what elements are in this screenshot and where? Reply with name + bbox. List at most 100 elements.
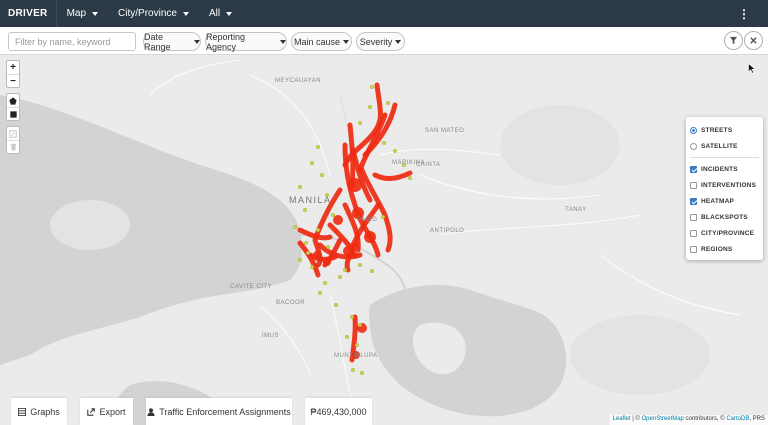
clear-filters-button[interactable] xyxy=(744,31,763,50)
place-label: CAVITE CITY xyxy=(230,284,273,290)
trash-icon xyxy=(10,143,16,151)
incident-marker[interactable] xyxy=(304,240,309,245)
date-range-filter[interactable]: Date Range xyxy=(143,31,201,52)
incident-marker[interactable] xyxy=(360,371,365,376)
incident-marker[interactable] xyxy=(368,105,373,110)
filter-toggle-button[interactable] xyxy=(724,31,743,50)
graphs-label: Graphs xyxy=(30,406,60,417)
place-label: BACOOR xyxy=(276,300,306,306)
heatmap-layer xyxy=(293,82,413,376)
incident-marker[interactable] xyxy=(318,290,323,295)
reporting-agency-label: Reporting Agency xyxy=(206,31,246,52)
reporting-agency-filter[interactable]: Reporting Agency xyxy=(205,31,287,52)
map-dropdown[interactable]: Map xyxy=(57,8,108,19)
more-menu-icon[interactable]: ⋮ xyxy=(734,7,754,21)
incident-marker[interactable] xyxy=(408,175,413,180)
place-label: TANAY xyxy=(565,207,587,213)
place-label: ANTIPOLO xyxy=(430,228,465,234)
export-button[interactable]: Export xyxy=(80,398,133,425)
incident-marker[interactable] xyxy=(358,262,363,267)
incident-marker[interactable] xyxy=(355,343,360,348)
layer-streets[interactable]: STREETS xyxy=(690,122,759,138)
layer-heatmap[interactable]: HEATMAP xyxy=(690,193,759,209)
mouse-cursor-icon xyxy=(748,63,756,74)
layer-regions[interactable]: REGIONS xyxy=(690,241,759,257)
incident-marker[interactable] xyxy=(323,280,328,285)
checkbox-icon xyxy=(690,165,697,173)
layer-incidents[interactable]: INCIDENTS xyxy=(690,161,759,177)
leaflet-link[interactable]: Leaflet xyxy=(613,416,631,422)
heat-hotspot xyxy=(313,251,321,259)
incident-marker[interactable] xyxy=(358,323,363,328)
severity-label: Severity xyxy=(359,36,393,47)
delete-shapes-button[interactable] xyxy=(7,140,19,153)
rectangle-icon xyxy=(9,110,17,118)
amount-value: ₱469,430,000 xyxy=(310,406,367,417)
layer-label: STREETS xyxy=(701,126,733,134)
incident-marker[interactable] xyxy=(310,264,315,269)
main-cause-filter[interactable]: Main cause xyxy=(291,32,352,51)
checkbox-icon xyxy=(690,181,697,189)
layer-blackspots[interactable]: BLACKSPOTS xyxy=(690,209,759,225)
layer-label: CITY/PROVINCE xyxy=(701,229,755,237)
incident-marker[interactable] xyxy=(350,315,355,320)
checkbox-icon xyxy=(690,213,697,221)
incident-marker[interactable] xyxy=(393,148,398,153)
place-label: MUNTINLUPA xyxy=(334,353,378,359)
layer-label: REGIONS xyxy=(701,245,733,253)
city-province-dropdown[interactable]: City/Province xyxy=(108,8,199,19)
traffic-enforcement-button[interactable]: Traffic Enforcement Assignments xyxy=(146,398,292,425)
incident-marker[interactable] xyxy=(316,227,321,232)
incident-marker[interactable] xyxy=(298,257,303,262)
all-dropdown[interactable]: All xyxy=(199,8,242,19)
heat-hotspot xyxy=(343,246,353,256)
heat-hotspot xyxy=(333,215,343,225)
draw-rectangle-button[interactable] xyxy=(7,107,19,120)
incident-marker[interactable] xyxy=(338,274,343,279)
close-icon xyxy=(750,37,757,44)
draw-polygon-button[interactable] xyxy=(7,94,19,107)
filter-bar: Date Range Reporting Agency Main cause S… xyxy=(0,27,768,55)
incident-marker[interactable] xyxy=(316,144,321,149)
incident-marker[interactable] xyxy=(306,250,311,255)
incident-marker[interactable] xyxy=(351,368,356,373)
incident-marker[interactable] xyxy=(370,268,375,273)
heat-hotspot xyxy=(323,258,331,266)
incident-marker[interactable] xyxy=(326,244,331,249)
draw-control xyxy=(6,93,20,121)
incident-marker[interactable] xyxy=(358,120,363,125)
incident-marker[interactable] xyxy=(303,207,308,212)
osm-link[interactable]: OpenStreetMap xyxy=(642,416,684,422)
incident-marker[interactable] xyxy=(370,85,375,90)
brand-logo[interactable]: DRIVER xyxy=(0,0,57,27)
layer-city-province[interactable]: CITY/PROVINCE xyxy=(690,225,759,241)
incident-marker[interactable] xyxy=(298,184,303,189)
edit-icon xyxy=(9,129,17,138)
incident-marker[interactable] xyxy=(331,212,336,217)
map-view[interactable]: MEYCAUAYAN MARIKINA CAINTA MANILA PASIG … xyxy=(0,55,768,425)
incident-marker[interactable] xyxy=(310,160,315,165)
carto-link[interactable]: CartoDB xyxy=(726,416,749,422)
incident-marker[interactable] xyxy=(382,140,387,145)
incident-marker[interactable] xyxy=(334,302,339,307)
incident-marker[interactable] xyxy=(320,172,325,177)
layer-satellite[interactable]: SATELLITE xyxy=(690,138,759,154)
layer-interventions[interactable]: INTERVENTIONS xyxy=(690,177,759,193)
search-input[interactable] xyxy=(8,32,136,51)
traffic-enforcement-label: Traffic Enforcement Assignments xyxy=(159,406,291,417)
place-label: MANILA xyxy=(289,195,332,205)
place-label: MEYCAUAYAN xyxy=(275,78,322,84)
edit-shapes-button[interactable] xyxy=(7,127,19,140)
incident-marker[interactable] xyxy=(386,101,391,106)
zoom-out-button[interactable]: − xyxy=(7,74,19,87)
date-range-label: Date Range xyxy=(144,31,171,52)
incident-marker[interactable] xyxy=(293,224,298,229)
zoom-in-button[interactable]: + xyxy=(7,61,19,74)
incident-marker[interactable] xyxy=(381,214,386,219)
chevron-down-icon xyxy=(343,39,350,44)
incident-marker[interactable] xyxy=(343,267,348,272)
graphs-button[interactable]: Graphs xyxy=(11,398,67,425)
incident-marker[interactable] xyxy=(345,335,350,340)
layer-switcher-panel: STREETS SATELLITE INCIDENTS INTERVENTION… xyxy=(686,117,763,260)
severity-filter[interactable]: Severity xyxy=(356,32,405,51)
